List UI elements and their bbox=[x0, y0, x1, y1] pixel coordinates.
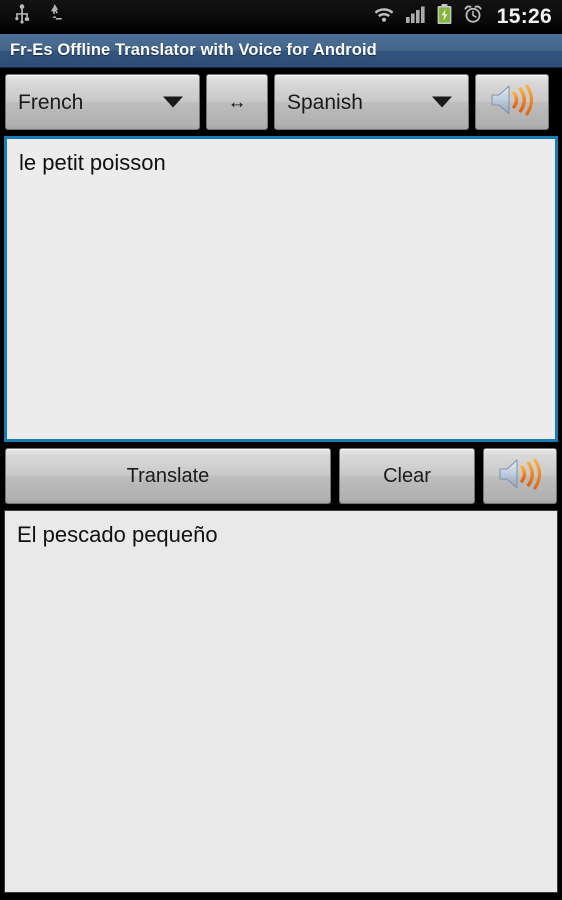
speak-translation-button[interactable] bbox=[483, 448, 557, 504]
translation-output-value: El pescado pequeño bbox=[17, 522, 218, 547]
status-bar: 15:26 bbox=[0, 0, 562, 34]
cellular-signal-icon bbox=[405, 5, 426, 28]
translate-button[interactable]: Translate bbox=[5, 448, 331, 504]
source-language-label: French bbox=[18, 90, 84, 114]
swap-languages-button[interactable]: ↔ bbox=[206, 74, 268, 130]
alarm-clock-icon bbox=[463, 4, 483, 29]
target-language-spinner[interactable]: Spanish bbox=[274, 74, 469, 130]
app-title: Fr-Es Offline Translator with Voice for … bbox=[10, 41, 377, 59]
swap-arrows-icon: ↔ bbox=[227, 91, 247, 113]
speaker-icon bbox=[497, 456, 543, 497]
app-title-bar: Fr-Es Offline Translator with Voice for … bbox=[0, 34, 562, 68]
chevron-down-icon bbox=[163, 96, 183, 108]
clear-button[interactable]: Clear bbox=[339, 448, 475, 504]
sync-recycle-icon bbox=[44, 4, 64, 29]
wifi-icon bbox=[373, 5, 395, 28]
source-language-spinner[interactable]: French bbox=[5, 74, 200, 130]
battery-charging-icon bbox=[437, 4, 452, 29]
usb-icon bbox=[14, 4, 30, 29]
status-bar-left-icons bbox=[14, 4, 64, 29]
target-language-label: Spanish bbox=[287, 90, 363, 114]
source-text-value: le petit poisson bbox=[19, 150, 166, 175]
android-app-screen: 15:26 Fr-Es Offline Translator with Voic… bbox=[0, 0, 562, 900]
speaker-icon bbox=[489, 82, 535, 123]
translation-output[interactable]: El pescado pequeño bbox=[4, 510, 558, 893]
action-button-row: Translate Clear bbox=[0, 442, 562, 510]
source-text-input[interactable]: le petit poisson bbox=[4, 136, 558, 442]
status-bar-clock: 15:26 bbox=[496, 5, 552, 28]
speak-source-button[interactable] bbox=[475, 74, 549, 130]
translate-button-label: Translate bbox=[126, 465, 210, 487]
language-selection-row: French ↔ Spanish bbox=[0, 68, 562, 136]
status-bar-right-icons: 15:26 bbox=[373, 4, 552, 29]
chevron-down-icon bbox=[432, 96, 452, 108]
clear-button-label: Clear bbox=[383, 465, 431, 487]
